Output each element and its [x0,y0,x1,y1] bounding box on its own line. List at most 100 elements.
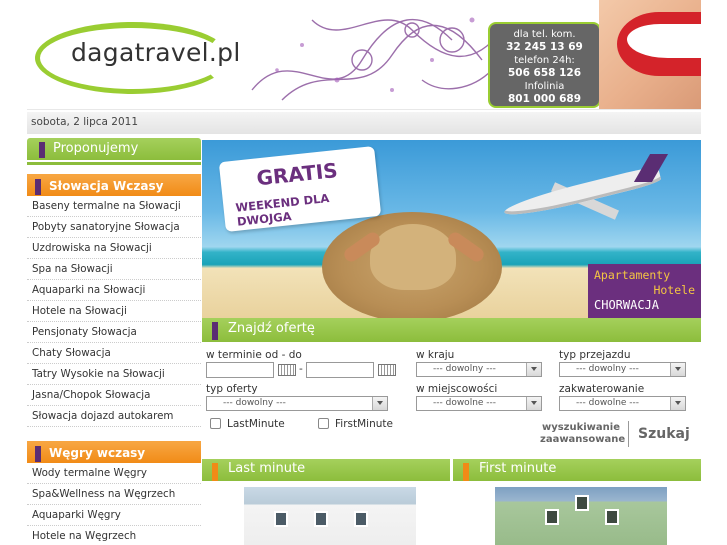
window-shape [545,509,559,525]
first-minute-title[interactable]: First minute [479,461,556,476]
header-bar-icon [35,446,41,462]
promo-banner[interactable]: GRATIS WEEKEND DLA DWOJGA Apartamenty Ho… [202,140,701,318]
header-bar-icon [463,463,469,481]
section-header-hungary: Węgry wczasy [27,441,201,463]
last-minute-header: Last minute [202,459,450,481]
sidebar-link[interactable]: Słowacja dojazd autokarem [27,406,201,427]
site-header: dagatravel.pl dla tel. kom. 32 245 13 69… [27,0,701,110]
chevron-down-icon [531,367,537,371]
date-bar: sobota, 2 lipca 2011 [27,112,701,134]
sidebar-link[interactable]: Tatry Wysokie na Słowacji [27,364,201,385]
promo-line: Hotele [653,283,695,297]
accom-select[interactable]: --- dowolne --- [559,396,686,411]
search-form: w terminie od - do - w kraju --- dowolny… [202,342,701,454]
sidebar-link[interactable]: Baseny termalne na Słowacji [27,196,201,217]
contact-label: dla tel. kom. [513,29,576,40]
travel-value: --- dowolny --- [576,364,639,374]
search-button[interactable]: Szukaj [638,426,690,442]
sidebar-link[interactable]: Pensjonaty Słowacja [27,322,201,343]
sidebar-link[interactable]: Pobyty sanatoryjne Słowacja [27,217,201,238]
contact-phone: 506 658 126 [507,67,582,79]
sidebar-link[interactable]: Uzdrowiska na Słowacji [27,238,201,259]
accom-value: --- dowolne --- [576,398,640,408]
firstminute-label: FirstMinute [335,418,393,430]
hungary-links: Wody termalne Węgry Spa&Wellness na Węgr… [27,463,201,545]
advanced-search-link[interactable]: wyszukiwanie zaawansowane [540,422,626,446]
country-select[interactable]: --- dowolny --- [416,362,542,377]
section-header-slovakia: Słowacja Wczasy [27,174,201,196]
header-bar-icon [212,463,218,481]
search-title: Znajdź ofertę [228,321,315,336]
window-shape [354,511,368,527]
window-shape [314,511,328,527]
chevron-down-icon [675,367,681,371]
advanced-line: zaawansowane [540,434,626,445]
country-label: w kraju [416,349,455,361]
sidebar-link[interactable]: Jasna/Chopok Słowacja [27,385,201,406]
date-label: w terminie od - do [206,349,302,361]
hat-crown [370,224,456,290]
current-date: sobota, 2 lipca 2011 [31,116,138,128]
sidebar-link[interactable]: Spa na Słowacji [27,259,201,280]
slovakia-links: Baseny termalne na Słowacji Pobyty sanat… [27,196,201,427]
window-shape [575,495,589,511]
promo-line: Apartamenty [594,268,671,282]
accom-label: zakwaterowanie [559,383,645,395]
contact-box: dla tel. kom. 32 245 13 69 telefon 24h: … [488,22,601,108]
sidebar-link[interactable]: Hotele na Węgrzech [27,526,201,545]
site-logo[interactable]: dagatravel.pl [71,38,241,67]
chevron-down-icon [531,401,537,405]
lastminute-checkbox[interactable] [210,418,221,429]
offer-label: typ oferty [206,383,258,395]
contact-label: Infolinia [524,81,565,92]
travel-select[interactable]: --- dowolny --- [559,362,686,377]
sidebar-link[interactable]: Hotele na Słowacji [27,301,201,322]
sidebar-link[interactable]: Spa&Wellness na Węgrzech [27,484,201,505]
sidebar: Proponujemy Słowacja Wczasy Baseny terma… [27,138,201,545]
sidebar-link[interactable]: Chaty Słowacja [27,343,201,364]
travel-label: typ przejazdu [559,349,631,361]
sidebar-link[interactable]: Aquaparki Węgry [27,505,201,526]
smile-image [599,0,701,109]
window-shape [605,509,619,525]
contact-label: telefon 24h: [514,55,575,66]
promo-line: CHORWACJA [594,298,660,312]
divider [27,162,201,165]
contact-phone: 801 000 689 [507,93,582,105]
window-shape [274,511,288,527]
sidebar-title: Proponujemy [53,141,139,156]
promo-box[interactable]: Apartamenty Hotele CHORWACJA [588,264,701,318]
date-from-input[interactable] [206,362,274,378]
advanced-line: wyszukiwanie [541,422,620,433]
sidebar-link[interactable]: Wody termalne Węgry [27,463,201,484]
section-title[interactable]: Słowacja Wczasy [49,179,163,193]
lastminute-label: LastMinute [227,418,285,430]
gratis-tag: GRATIS WEEKEND DLA DWOJGA [218,146,382,232]
city-select[interactable]: --- dowolne --- [416,396,542,411]
contact-phone: 32 245 13 69 [506,41,583,53]
header-bar-icon [35,179,41,195]
header-bar-icon [212,322,218,340]
chevron-down-icon [377,401,383,405]
date-separator: - [299,363,303,375]
tag-title: GRATIS [255,158,339,191]
date-to-input[interactable] [306,362,374,378]
search-header: Znajdź ofertę [202,318,701,342]
offer-value: --- dowolny --- [223,398,286,408]
country-value: --- dowolny --- [433,364,496,374]
airplane-tail [633,154,669,182]
last-minute-photo[interactable] [244,487,416,545]
firstminute-checkbox[interactable] [318,418,329,429]
header-bar-icon [39,142,45,158]
calendar-icon[interactable] [378,364,396,376]
offer-select[interactable]: --- dowolny --- [206,396,388,411]
section-title[interactable]: Węgry wczasy [49,446,145,460]
sidebar-header: Proponujemy [27,138,201,160]
last-minute-title[interactable]: Last minute [228,461,305,476]
first-minute-photo[interactable] [495,487,667,545]
sidebar-link[interactable]: Aquaparki na Słowacji [27,280,201,301]
calendar-icon[interactable] [278,364,296,376]
divider [628,421,629,447]
first-minute-header: First minute [453,459,701,481]
city-label: w miejscowości [416,383,498,395]
